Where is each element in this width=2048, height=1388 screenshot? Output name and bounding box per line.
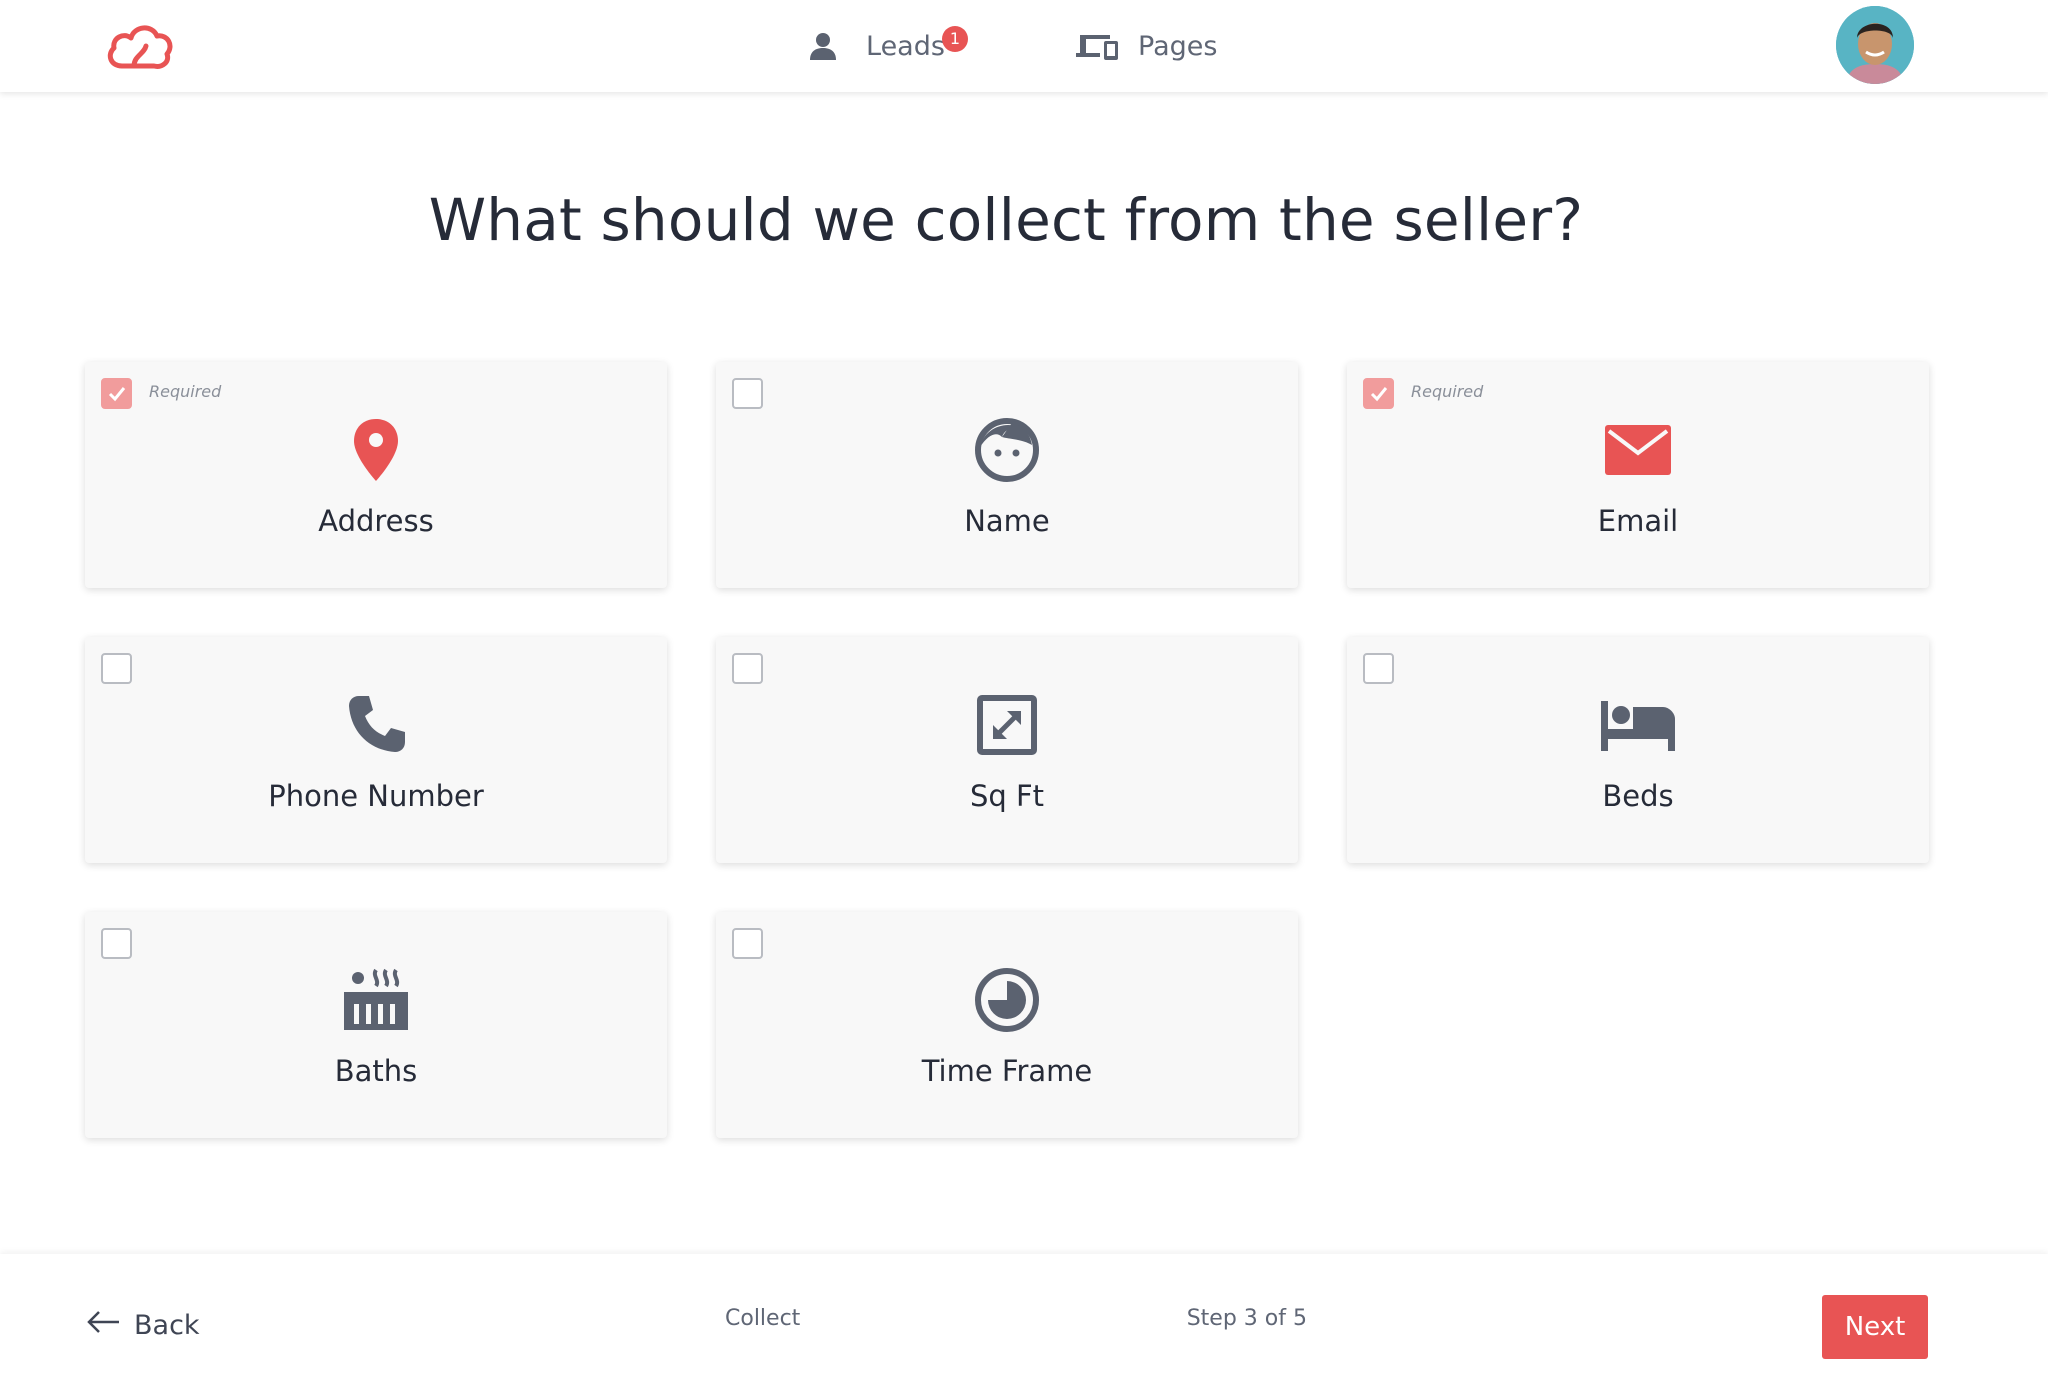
arrow-left-icon: [86, 1310, 120, 1341]
beds-checkbox[interactable]: [1363, 653, 1394, 684]
option-label: Time Frame: [921, 1054, 1093, 1088]
next-button[interactable]: Next: [1822, 1295, 1928, 1359]
option-label: Email: [1597, 504, 1679, 538]
step-name: Collect: [725, 1306, 801, 1331]
option-card-time-frame[interactable]: Time Frame: [716, 912, 1298, 1138]
face-icon: [969, 412, 1045, 488]
email-checkbox[interactable]: [1363, 378, 1394, 409]
wizard-footer: Back Collect Step 3 of 5 Next: [0, 1254, 2048, 1388]
nav-pages[interactable]: Pages: [1076, 22, 1217, 70]
person-icon: [808, 31, 838, 61]
name-checkbox[interactable]: [732, 378, 763, 409]
time-frame-checkbox[interactable]: [732, 928, 763, 959]
phone-icon: [338, 687, 414, 763]
option-card-email[interactable]: Required Email: [1347, 362, 1929, 588]
option-label: Beds: [1602, 779, 1674, 813]
clock-icon: [969, 962, 1045, 1038]
map-pin-icon: [338, 412, 414, 488]
bed-icon: [1600, 687, 1676, 763]
option-card-sq-ft[interactable]: Sq Ft: [716, 637, 1298, 863]
devices-icon: [1076, 31, 1118, 61]
top-nav: Leads 1 Pages: [0, 0, 2048, 92]
option-label: Address: [318, 504, 434, 538]
nav-leads[interactable]: Leads 1: [808, 22, 968, 70]
expand-icon: [969, 687, 1045, 763]
back-label: Back: [134, 1310, 200, 1341]
nav-leads-label: Leads: [866, 30, 945, 62]
checkmark-icon: [1370, 387, 1388, 402]
envelope-icon: [1600, 412, 1676, 488]
option-label: Sq Ft: [969, 779, 1045, 813]
option-card-address[interactable]: Required Address: [85, 362, 667, 588]
nav-pages-label: Pages: [1138, 30, 1218, 62]
option-card-name[interactable]: Name: [716, 362, 1298, 588]
option-card-beds[interactable]: Beds: [1347, 637, 1929, 863]
user-avatar[interactable]: [1836, 6, 1914, 84]
required-label: Required: [149, 382, 222, 401]
checkmark-icon: [108, 387, 126, 402]
phone-number-checkbox[interactable]: [101, 653, 132, 684]
sq-ft-checkbox[interactable]: [732, 653, 763, 684]
address-checkbox[interactable]: [101, 378, 132, 409]
notification-badge: 1: [942, 26, 968, 52]
page-title: What should we collect from the seller?: [428, 186, 1584, 254]
cloud-logo-icon[interactable]: [104, 16, 176, 76]
option-card-baths[interactable]: Baths: [85, 912, 667, 1138]
option-label: Phone Number: [268, 779, 484, 813]
required-label: Required: [1411, 382, 1484, 401]
bath-icon: [338, 962, 414, 1038]
option-label: Baths: [334, 1054, 418, 1088]
step-count: Step 3 of 5: [1186, 1306, 1307, 1331]
option-label: Name: [964, 504, 1050, 538]
option-card-phone-number[interactable]: Phone Number: [85, 637, 667, 863]
baths-checkbox[interactable]: [101, 928, 132, 959]
back-button[interactable]: Back: [86, 1310, 200, 1341]
